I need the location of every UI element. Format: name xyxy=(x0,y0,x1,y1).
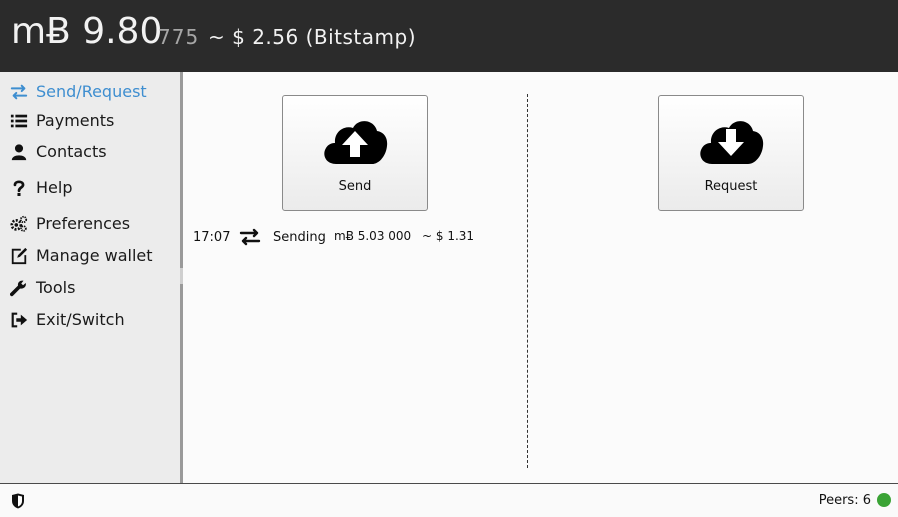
gears-icon xyxy=(9,214,29,234)
sidebar: Send/Request Payments Contacts Help Pref… xyxy=(0,72,180,483)
cloud-download-icon xyxy=(700,121,764,164)
status-bar: Peers: 6 xyxy=(0,483,898,517)
sidebar-item-label: Preferences xyxy=(36,214,131,233)
wrench-icon xyxy=(9,278,29,298)
sidebar-item-exit-switch[interactable]: Exit/Switch xyxy=(0,306,180,334)
sidebar-item-label: Tools xyxy=(36,278,76,297)
sidebar-item-payments[interactable]: Payments xyxy=(0,107,180,135)
question-icon xyxy=(9,178,29,198)
balance-small-digits: 775 xyxy=(158,25,200,49)
edit-icon xyxy=(9,246,29,266)
sidebar-item-label: Manage wallet xyxy=(36,246,153,265)
sidebar-item-contacts[interactable]: Contacts xyxy=(0,138,180,166)
sidebar-item-help[interactable]: Help xyxy=(0,174,180,202)
send-button-label: Send xyxy=(338,179,372,194)
send-request-panel: Send Request 17:07 Sending mɃ 5.03 000 ~… xyxy=(183,72,898,483)
shield-icon[interactable] xyxy=(11,493,25,509)
sidebar-item-label: Help xyxy=(36,178,73,197)
send-button[interactable]: Send xyxy=(282,95,428,211)
sidebar-item-label: Payments xyxy=(36,111,115,130)
user-icon xyxy=(9,142,29,162)
balance-header: mɃ 9.80 775 ~ $ 2.56 (Bitstamp) xyxy=(0,0,898,72)
sidebar-item-label: Exit/Switch xyxy=(36,310,125,329)
sidebar-item-preferences[interactable]: Preferences xyxy=(0,210,180,238)
transaction-time: 17:07 xyxy=(193,230,231,245)
sidebar-item-send-request[interactable]: Send/Request xyxy=(0,78,180,106)
transaction-status: Sending xyxy=(273,230,326,245)
list-icon xyxy=(9,111,29,131)
sidebar-item-label: Contacts xyxy=(36,142,107,161)
peers-status-indicator xyxy=(877,493,891,507)
panel-separator xyxy=(527,94,528,468)
balance-main: mɃ 9.80 xyxy=(11,11,163,52)
transaction-row[interactable]: 17:07 Sending mɃ 5.03 000 ~ $ 1.31 xyxy=(193,228,493,248)
balance-fiat: ~ $ 2.56 (Bitstamp) xyxy=(208,25,417,49)
sidebar-item-label: Send/Request xyxy=(36,82,147,101)
cloud-upload-icon xyxy=(324,121,388,164)
sign-out-icon xyxy=(9,310,29,330)
transfer-arrows-icon xyxy=(9,82,29,102)
transaction-amount: mɃ 5.03 000 xyxy=(334,229,412,243)
transfer-arrows-icon xyxy=(239,228,261,246)
peers-count: Peers: 6 xyxy=(818,493,871,508)
request-button[interactable]: Request xyxy=(658,95,804,211)
transaction-fiat: ~ $ 1.31 xyxy=(422,229,475,243)
sidebar-item-manage-wallet[interactable]: Manage wallet xyxy=(0,242,180,270)
request-button-label: Request xyxy=(704,179,758,194)
sidebar-item-tools[interactable]: Tools xyxy=(0,274,180,302)
